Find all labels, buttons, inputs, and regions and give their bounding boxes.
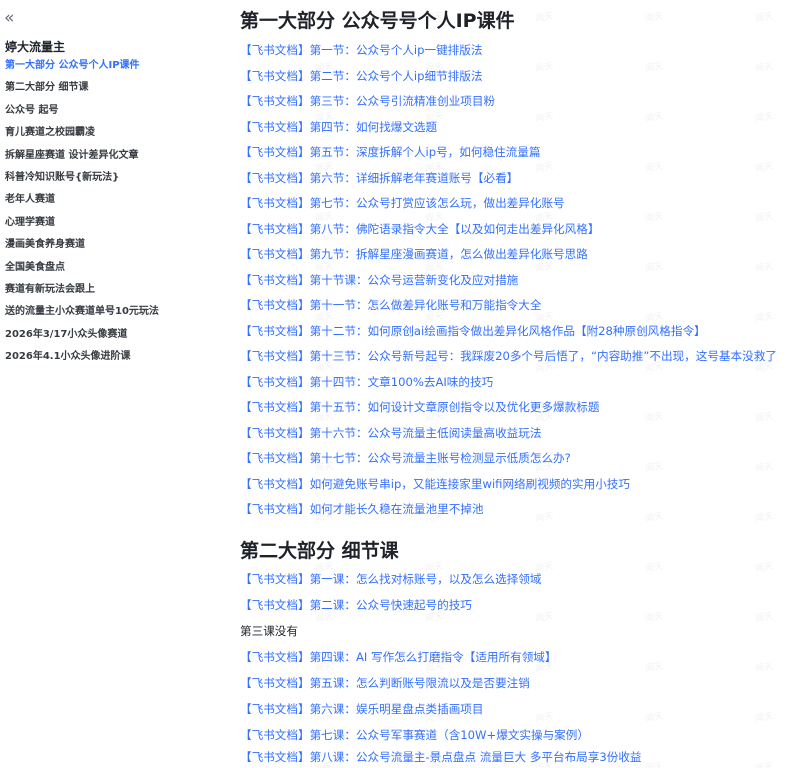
doc-link[interactable]: 【飞书文档】第十三节：公众号新号起号：我踩废20多个号后悟了，“内容助推”不出现…	[240, 346, 777, 366]
outline-item-new-methods[interactable]: 赛道有新玩法会跟上	[0, 279, 225, 301]
doc-link[interactable]: 【飞书文档】第一课：怎么找对标账号，以及怎么选择领域	[240, 569, 541, 589]
outline-item-science[interactable]: 科普冷知识账号{新玩法}	[0, 167, 225, 189]
outline-item-comic-food[interactable]: 漫画美食养身赛道	[0, 234, 225, 256]
outline-item-part2[interactable]: 第二大部分 细节课	[0, 77, 225, 99]
section-title-part2: 第二大部分 细节课	[240, 540, 399, 562]
outline-item-elderly[interactable]: 老年人赛道	[0, 189, 225, 211]
outline-item-psychology[interactable]: 心理学赛道	[0, 212, 225, 234]
sidebar-title: 婷大流量主	[5, 40, 66, 54]
outline-item-parenting[interactable]: 育儿赛道之校园霸凌	[0, 122, 225, 144]
page: 闻天 闻天 闻天 闻天 闻天 闻天 闻天 闻天 闻天 闻天 闻天 闻天 闻天 闻天 闻天 闻天 闻天 闻天 闻天 闻天…	[0, 0, 800, 768]
outline-item-horoscope[interactable]: 拆解星座赛道 设计差异化文章	[0, 145, 225, 167]
section-title-part1: 第一大部分 公众号号个人IP课件	[240, 10, 515, 32]
doc-link[interactable]: 【飞书文档】第六节：详细拆解老年赛道账号【必看】	[240, 168, 518, 188]
document-body: 第一大部分 公众号号个人IP课件 【飞书文档】第一节：公众号个人ip一键排版法 …	[240, 0, 800, 768]
outline-list: 第一大部分 公众号个人IP课件 第二大部分 细节课 公众号 起号 育儿赛道之校园…	[0, 55, 225, 368]
doc-link[interactable]: 【飞书文档】第二节：公众号个人ip细节排版法	[240, 66, 482, 86]
doc-link[interactable]: 【飞书文档】第四课：AI 写作怎么打磨指令【适用所有领域】	[240, 647, 556, 667]
outline-item-start-account[interactable]: 公众号 起号	[0, 100, 225, 122]
sidebar-outline: « 婷大流量主 第一大部分 公众号个人IP课件 第二大部分 细节课 公众号 起号…	[0, 0, 225, 768]
doc-link[interactable]: 【飞书文档】第七节：公众号打赏应该怎么玩，做出差异化账号	[240, 193, 565, 213]
doc-link[interactable]: 【飞书文档】第八节：佛陀语录指令大全【以及如何走出差异化风格】	[240, 219, 599, 239]
doc-link[interactable]: 【飞书文档】第九节：拆解星座漫画赛道，怎么做出差异化账号思路	[240, 244, 588, 264]
outline-item-avatar-0401[interactable]: 2026年4.1小众头像进阶课	[0, 346, 225, 368]
doc-link[interactable]: 【飞书文档】第十一节：怎么做差异化账号和万能指令大全	[240, 295, 541, 315]
doc-link[interactable]: 【飞书文档】第一节：公众号个人ip一键排版法	[240, 40, 482, 60]
doc-link[interactable]: 【飞书文档】第二课：公众号快速起号的技巧	[240, 595, 472, 615]
collapse-sidebar-icon[interactable]: «	[4, 9, 22, 27]
outline-item-food-review[interactable]: 全国美食盘点	[0, 257, 225, 279]
doc-link[interactable]: 【飞书文档】第十二节：如何原创ai绘画指令做出差异化风格作品【附28种原创风格指…	[240, 321, 706, 341]
doc-link[interactable]: 【飞书文档】第十六节：公众号流量主低阅读量高收益玩法	[240, 423, 541, 443]
doc-link[interactable]: 【飞书文档】第十节课：公众号运营新变化及应对措施	[240, 270, 518, 290]
outline-item-avatar-0317[interactable]: 2026年3/17小众头像赛道	[0, 324, 225, 346]
doc-link[interactable]: 【飞书文档】第五课：怎么判断账号限流以及是否要注销	[240, 673, 530, 693]
doc-link[interactable]: 【飞书文档】第三节：公众号引流精准创业项目粉	[240, 91, 495, 111]
doc-link[interactable]: 【飞书文档】第十四节：文章100%去AI味的技巧	[240, 372, 493, 392]
doc-link[interactable]: 【飞书文档】如何才能长久稳在流量池里不掉池	[240, 499, 483, 519]
note-text: 第三课没有	[240, 624, 298, 638]
doc-link[interactable]: 【飞书文档】第八课：公众号流量主-景点盘点 流量巨大 多平台布局享3份收益	[240, 747, 642, 767]
outline-item-part1[interactable]: 第一大部分 公众号个人IP课件	[0, 55, 225, 77]
doc-link[interactable]: 【飞书文档】第十五节：如何设计文章原创指令以及优化更多爆款标题	[240, 397, 599, 417]
doc-link[interactable]: 【飞书文档】第五节：深度拆解个人ip号，如何稳住流量篇	[240, 142, 540, 162]
doc-link[interactable]: 【飞书文档】第十七节：公众号流量主账号检测显示低质怎么办?	[240, 448, 571, 468]
doc-link[interactable]: 【飞书文档】第四节：如何找爆文选题	[240, 117, 437, 137]
doc-link[interactable]: 【飞书文档】如何避免账号串ip，又能连接家里wifi网络刷视频的实用小技巧	[240, 474, 630, 494]
doc-link[interactable]: 【飞书文档】第六课：娱乐明星盘点类插画项目	[240, 699, 483, 719]
outline-item-niche-bonus[interactable]: 送的流量主小众赛道单号10元玩法	[0, 301, 225, 323]
doc-link[interactable]: 【飞书文档】第七课：公众号军事赛道（含10W+爆文实操与案例）	[240, 725, 589, 745]
